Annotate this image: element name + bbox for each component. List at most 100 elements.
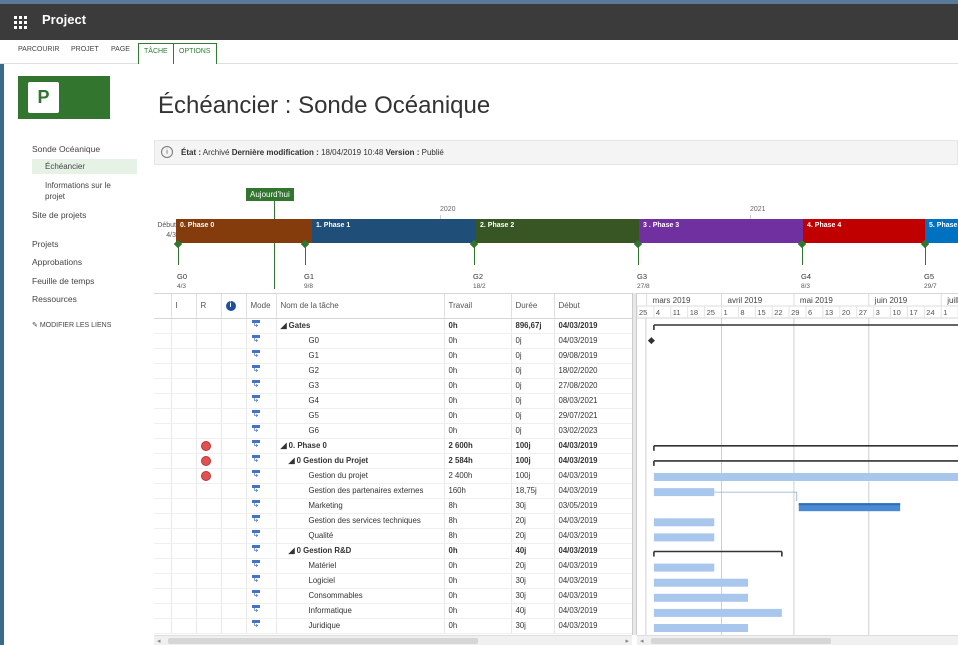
timeline-phase-bar[interactable]: 2. Phase 2: [476, 219, 639, 243]
tab-options[interactable]: OPTIONS: [173, 43, 217, 64]
nav-informations-projet-line1[interactable]: Informations sur le: [45, 181, 111, 190]
task-name-cell[interactable]: G6: [276, 423, 445, 439]
ribbon: PARCOURIR PROJET PAGE TÂCHE OPTIONS: [0, 40, 958, 64]
task-name-cell[interactable]: Juridique: [276, 618, 445, 634]
nav-site-de-projets[interactable]: Site de projets: [32, 210, 86, 220]
column-header-select[interactable]: [154, 294, 172, 319]
column-header-indicators[interactable]: I: [171, 294, 197, 319]
column-header-mode[interactable]: Mode: [246, 294, 277, 319]
task-name-cell[interactable]: Logiciel: [276, 573, 445, 589]
task-name-cell[interactable]: Gestion du projet: [276, 468, 445, 484]
nav-projets[interactable]: Projets: [32, 239, 58, 249]
table-row[interactable]: G40h0j08/03/2021: [154, 393, 632, 409]
timeline-phase-bar[interactable]: 1. Phase 1: [312, 219, 476, 243]
column-header-risk[interactable]: R: [196, 294, 222, 319]
task-name-cell[interactable]: Marketing: [276, 498, 445, 514]
table-row[interactable]: Marketing8h30j03/05/2019: [154, 498, 632, 514]
timeline[interactable]: Aujourd'hui 2020 2021 Début 4/3 0. Phase…: [154, 185, 958, 295]
task-name-cell[interactable]: G3: [276, 378, 445, 394]
task-name-cell[interactable]: G0: [276, 333, 445, 349]
tab-page[interactable]: PAGE: [111, 46, 130, 53]
table-row[interactable]: Qualité8h20j04/03/2019: [154, 528, 632, 544]
work-cell: 8h: [444, 498, 512, 514]
task-name-cell[interactable]: ◢ 0 Gestion R&D: [276, 543, 445, 559]
work-cell: 0h: [444, 588, 512, 604]
table-row[interactable]: ◢ 0 Gestion R&D0h40j04/03/2019: [154, 543, 632, 559]
nav-feuille-de-temps[interactable]: Feuille de temps: [32, 276, 94, 286]
timeline-phase-bar[interactable]: 5. Phase: [925, 219, 958, 243]
table-row[interactable]: Informatique0h40j04/03/2019: [154, 603, 632, 619]
task-name-cell[interactable]: G4: [276, 393, 445, 409]
table-row[interactable]: ◢ Gates0h896,67j04/03/2019: [154, 318, 632, 334]
column-header-duration[interactable]: Durée: [511, 294, 555, 319]
risk-cell: [196, 483, 222, 499]
table-row[interactable]: Consommables0h30j04/03/2019: [154, 588, 632, 604]
table-row[interactable]: G20h0j18/02/2020: [154, 363, 632, 379]
grid-scroll-thumb[interactable]: [168, 638, 478, 644]
nav-informations-projet-line2[interactable]: projet: [45, 192, 65, 201]
tab-projet[interactable]: PROJET: [71, 46, 99, 53]
table-row[interactable]: ◢ 0 Gestion du Projet2 584h100j04/03/201…: [154, 453, 632, 469]
task-name-cell[interactable]: G5: [276, 408, 445, 424]
tab-parcourir[interactable]: PARCOURIR: [18, 46, 59, 53]
task-name-cell[interactable]: ◢ Gates: [276, 318, 445, 334]
nav-ressources[interactable]: Ressources: [32, 294, 77, 304]
work-cell: 160h: [444, 483, 512, 499]
table-row[interactable]: G50h0j29/07/2021: [154, 408, 632, 424]
mode-cell: [246, 573, 277, 589]
table-row[interactable]: Logiciel0h30j04/03/2019: [154, 573, 632, 589]
table-row[interactable]: G00h0j04/03/2019: [154, 333, 632, 349]
table-row[interactable]: ◢ 0. Phase 02 600h100j04/03/2019: [154, 438, 632, 454]
task-name-cell[interactable]: Informatique: [276, 603, 445, 619]
edit-links-button[interactable]: ✎ MODIFIER LES LIENS: [32, 321, 111, 329]
table-row[interactable]: G60h0j03/02/2023: [154, 423, 632, 439]
column-header-info[interactable]: i: [221, 294, 247, 319]
gate-label: G0: [177, 272, 188, 281]
app-name[interactable]: Project: [42, 12, 86, 27]
table-row[interactable]: Gestion du projet2 400h100j04/03/2019: [154, 468, 632, 484]
risk-cell: [196, 618, 222, 634]
task-name-cell[interactable]: Gestion des services techniques: [276, 513, 445, 529]
timeline-phase-bar[interactable]: 0. Phase 0: [176, 219, 312, 243]
scroll-left-icon[interactable]: ◂: [640, 637, 644, 645]
task-name-cell[interactable]: ◢ 0 Gestion du Projet: [276, 453, 445, 469]
today-marker-line: [274, 201, 275, 289]
mode-cell: [246, 363, 277, 379]
task-name-cell[interactable]: Consommables: [276, 588, 445, 604]
grid-horizontal-scrollbar[interactable]: ◂ ▸: [154, 635, 632, 645]
table-row[interactable]: Gestion des services techniques8h20j04/0…: [154, 513, 632, 529]
work-cell: 8h: [444, 513, 512, 529]
column-header-task-name[interactable]: Nom de la tâche: [276, 294, 445, 319]
risk-cell: [196, 513, 222, 529]
task-name-cell[interactable]: Matériel: [276, 558, 445, 574]
column-header-work[interactable]: Travail: [444, 294, 512, 319]
task-name-cell[interactable]: Gestion des partenaires externes: [276, 483, 445, 499]
task-name-cell[interactable]: Qualité: [276, 528, 445, 544]
task-name-cell[interactable]: G2: [276, 363, 445, 379]
mode-cell: [246, 333, 277, 349]
timeline-phase-bar[interactable]: 3 . Phase 3: [639, 219, 803, 243]
scroll-left-icon[interactable]: ◂: [157, 637, 161, 645]
task-name-cell[interactable]: G1: [276, 348, 445, 364]
table-row[interactable]: Gestion des partenaires externes160h18,7…: [154, 483, 632, 499]
scroll-right-icon[interactable]: ▸: [625, 637, 629, 645]
app-launcher-icon[interactable]: [8, 10, 32, 34]
risk-cell: [196, 423, 222, 439]
tab-tache[interactable]: TÂCHE: [138, 43, 174, 64]
duration-cell: 30j: [511, 618, 555, 634]
nav-approbations[interactable]: Approbations: [32, 257, 82, 267]
table-row[interactable]: G30h0j27/08/2020: [154, 378, 632, 394]
gantt-horizontal-scrollbar[interactable]: ◂: [637, 635, 958, 645]
table-row[interactable]: Matériel0h20j04/03/2019: [154, 558, 632, 574]
column-header-start[interactable]: Début: [554, 294, 632, 319]
week-label: 25: [639, 308, 647, 317]
gantt-chart[interactable]: mars 2019 avril 2019 mai 2019 juin 2019 juil…: [637, 293, 958, 635]
table-row[interactable]: Juridique0h30j04/03/2019: [154, 618, 632, 634]
gantt-scroll-thumb[interactable]: [651, 638, 831, 644]
nav-echeancier[interactable]: Échéancier: [32, 159, 137, 174]
table-row[interactable]: G10h0j09/08/2019: [154, 348, 632, 364]
timeline-phase-bar[interactable]: 4. Phase 4: [803, 219, 925, 243]
task-name-cell[interactable]: ◢ 0. Phase 0: [276, 438, 445, 454]
nav-sonde-oceanique[interactable]: Sonde Océanique: [32, 144, 100, 154]
auto-schedule-icon: [251, 350, 261, 359]
